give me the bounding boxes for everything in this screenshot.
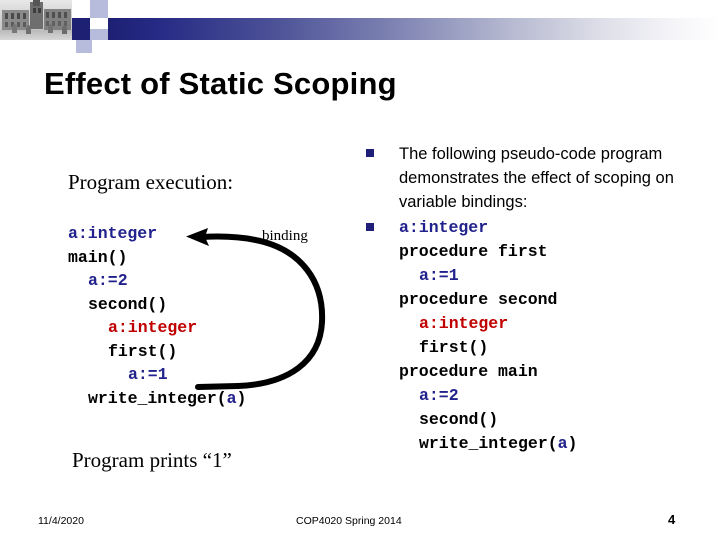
code-token: a:=2 [419,386,459,405]
footer-page-number: 4 [668,512,676,527]
bullet-text: The following pseudo-code program demons… [399,145,674,211]
slide-footer: 11/4/2020 COP4020 Spring 2014 4 [0,506,720,540]
code-token: a:=1 [128,365,168,384]
code-line: a:=1 [399,264,711,288]
bullet-item: The following pseudo-code program demons… [366,142,711,214]
checker-square [76,40,92,53]
right-column: The following pseudo-code program demons… [366,142,711,458]
square-bullet-icon [366,223,374,231]
slide-header-banner [0,0,720,53]
square-bullet-icon [366,149,374,157]
checker-square [108,0,126,18]
checker-square [90,29,108,40]
footer-course: COP4020 Spring 2014 [296,515,402,527]
program-execution-heading: Program execution: [68,170,234,194]
code-token: second() [419,410,499,429]
code-line: a:=2 [399,384,711,408]
code-line: procedure second [399,288,711,312]
code-token: a [557,434,568,453]
code-token: write_integer( [419,434,558,453]
code-token: a:integer [419,314,509,333]
checker-square [72,18,90,40]
binding-arrow [186,228,326,390]
pseudocode-block: a:integer procedure first a:=1 procedure se… [399,216,711,456]
code-token: procedure first [399,242,548,261]
code-line: second() [399,408,711,432]
checker-square [72,0,90,18]
code-token: first() [419,338,489,357]
program-output-note: Program prints “1” [72,448,232,472]
code-line: a:integer [399,216,711,240]
code-line: procedure first [399,240,711,264]
code-token: a:=1 [419,266,459,285]
bullet-item: a:integer procedure first a:=1 procedure se… [366,216,711,456]
code-token: procedure main [399,362,538,381]
footer-date: 11/4/2020 [38,515,84,527]
code-line: write_integer(a) [399,432,711,456]
code-token: a:integer [399,218,489,237]
code-token: procedure second [399,290,558,309]
code-line: procedure main [399,360,711,384]
code-token: main() [68,247,128,267]
header-gradient-bar [108,18,720,40]
code-line: a:integer [399,312,711,336]
code-token: a:=2 [88,271,128,290]
slide-title: Effect of Static Scoping [44,66,397,101]
code-token: second() [88,294,168,314]
code-token: first() [108,341,178,361]
campus-photo [0,0,72,40]
checker-square [90,18,108,29]
code-token: a:integer [68,224,158,243]
code-token: ) [567,434,578,453]
binding-arrow-label: binding [262,228,308,244]
code-line: first() [399,336,711,360]
checker-square [90,0,108,18]
